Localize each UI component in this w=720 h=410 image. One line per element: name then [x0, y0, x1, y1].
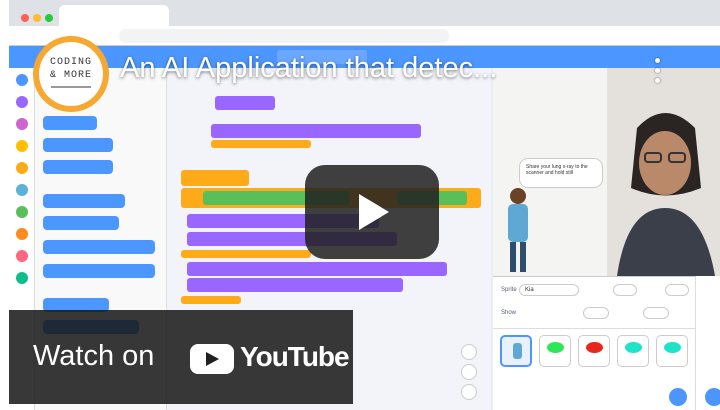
sprite-x-field[interactable] [613, 284, 637, 296]
close-dot-icon [21, 14, 29, 22]
sprite-direction-field[interactable] [643, 307, 669, 319]
palette-block [43, 160, 113, 174]
minimize-dot-icon [33, 14, 41, 22]
sprite-info: Sprite Kia Show [493, 277, 695, 329]
choose-sprite-icon[interactable] [667, 386, 689, 408]
category-variables [9, 226, 35, 250]
sprite-y-field[interactable] [665, 284, 689, 296]
script-block [211, 140, 311, 148]
play-icon [359, 194, 389, 230]
window-controls [21, 9, 57, 27]
presenter-figure [617, 113, 715, 276]
script-block [187, 262, 447, 276]
channel-logo-line2: & MORE [49, 70, 92, 81]
url-field [119, 29, 449, 43]
youtube-logo-icon [190, 344, 234, 374]
category-looks [9, 94, 35, 118]
presenter-webcam [607, 68, 720, 276]
category-sensing [9, 182, 35, 206]
category-control [9, 160, 35, 184]
sprite-thumbnail[interactable] [617, 335, 649, 367]
category-events [9, 138, 35, 162]
script-block [181, 170, 249, 186]
script-block [181, 250, 311, 258]
category-extension [9, 270, 35, 294]
youtube-wordmark: YouTube [240, 341, 350, 372]
sprite-pane: Sprite Kia Show [493, 276, 695, 410]
script-block [181, 296, 241, 304]
watch-on-label: Watch on [33, 340, 155, 372]
zoom-in-icon[interactable] [461, 344, 477, 360]
play-button[interactable] [305, 165, 439, 259]
category-operators [9, 204, 35, 228]
kebab-menu-icon[interactable] [653, 58, 661, 86]
watch-on-youtube-button[interactable]: Watch on YouTube [9, 310, 353, 404]
zoom-reset-icon[interactable] [461, 384, 477, 400]
browser-tab [59, 5, 169, 26]
category-sound [9, 116, 35, 140]
sprite-thumbnail[interactable] [656, 335, 688, 367]
sprite-thumbnail[interactable] [578, 335, 610, 367]
palette-block [43, 264, 155, 278]
palette-block [43, 240, 155, 254]
browser-address-bar [9, 26, 720, 46]
show-label: Show [501, 310, 517, 316]
palette-block [43, 216, 119, 230]
sprite-speech-bubble: Share your lung x-ray to the scanner and… [519, 158, 603, 188]
sprite-thumbnail[interactable] [500, 335, 532, 367]
script-block [215, 96, 275, 110]
category-motion [9, 72, 35, 96]
script-block [211, 124, 421, 138]
stage: Share your lung x-ray to the scanner and… [493, 68, 720, 276]
sprite-size-field[interactable] [583, 307, 609, 319]
palette-block [43, 138, 113, 152]
browser-tab [174, 5, 299, 26]
channel-logo-underline [51, 86, 91, 88]
sprite-thumbnail[interactable] [539, 335, 571, 367]
video-title[interactable]: An AI Application that detec... [120, 52, 620, 85]
palette-block [43, 194, 125, 208]
choose-backdrop-icon[interactable] [703, 386, 720, 408]
browser-tab-bar [9, 0, 720, 26]
maximize-dot-icon [45, 14, 53, 22]
channel-logo-text: CODING & MORE [39, 42, 103, 106]
sprite-name-field[interactable]: Kia [519, 284, 579, 296]
doctor-sprite [508, 188, 528, 272]
palette-block [43, 116, 97, 130]
sprite-label: Sprite [501, 287, 517, 293]
script-block [187, 278, 403, 292]
category-my-blocks [9, 248, 35, 272]
zoom-out-icon[interactable] [461, 364, 477, 380]
channel-logo-line1: CODING [49, 57, 92, 68]
